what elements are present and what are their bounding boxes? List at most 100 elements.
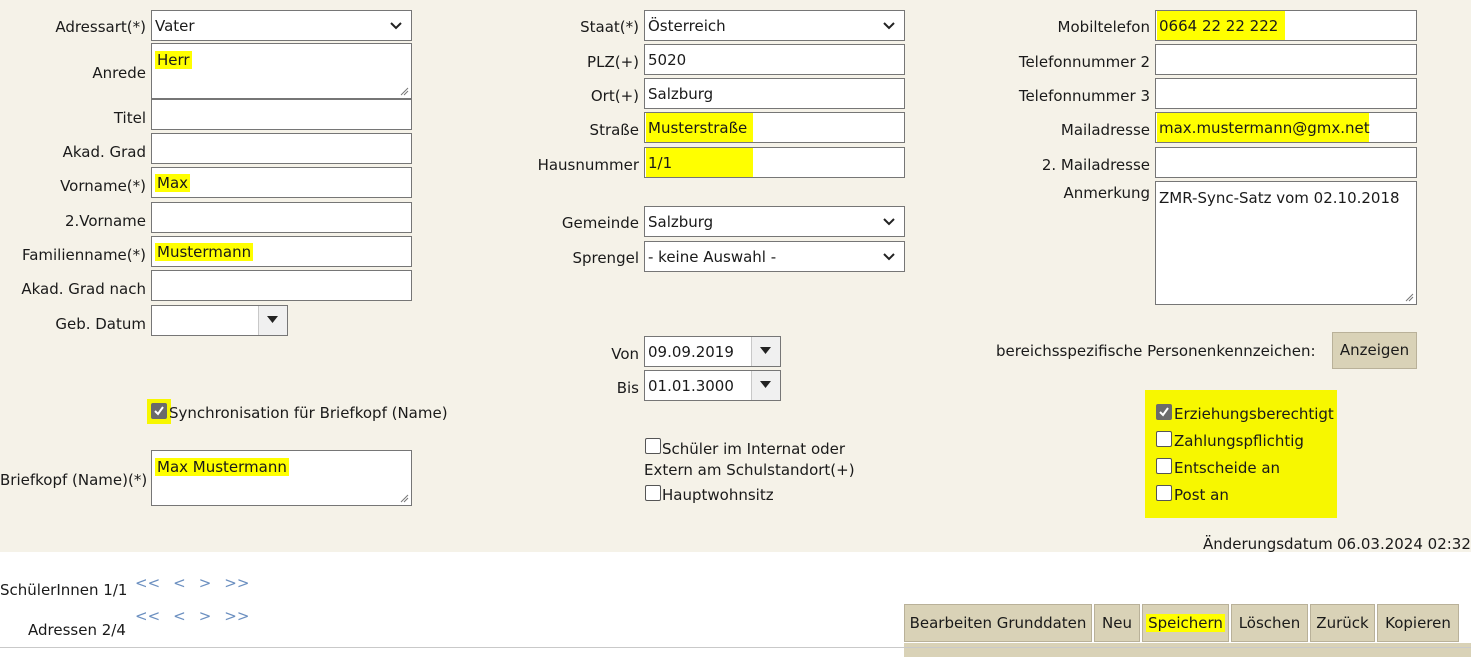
akad-grad-nach-label: Akad. Grad nach (21, 280, 146, 298)
vorname-input[interactable]: Max (151, 167, 412, 198)
sprengel-value: - keine Auswahl - (648, 248, 777, 266)
anmerkung-value: ZMR-Sync-Satz vom 02.10.2018 (1159, 189, 1400, 207)
triangle-down-icon (267, 316, 278, 323)
schueler-nav-arrows: << < > >> (135, 574, 262, 592)
next-record-button[interactable]: > (199, 574, 212, 592)
von-calendar-button[interactable] (751, 337, 780, 366)
loeschen-button[interactable]: Löschen (1231, 604, 1308, 642)
anrede-textarea[interactable]: Herr (151, 43, 412, 99)
geb-datum-picker[interactable] (151, 305, 288, 336)
bis-calendar-button[interactable] (751, 371, 780, 400)
telefon3-input[interactable] (1155, 78, 1417, 109)
bpk-label: bereichsspezifische Personenkennzeichen: (996, 342, 1316, 360)
zahlungspflichtig-checkbox[interactable] (1156, 431, 1172, 447)
strasse-label: Straße (589, 121, 639, 139)
first-record-button[interactable]: << (135, 574, 160, 592)
akad-grad-input[interactable] (151, 133, 412, 164)
mailadresse2-label: 2. Mailadresse (1041, 156, 1150, 174)
chevron-down-icon (883, 22, 895, 30)
hausnummer-label: Hausnummer (537, 156, 639, 174)
mobiltelefon-value: 0664 22 22 222 (1159, 17, 1279, 35)
sprengel-label: Sprengel (572, 249, 639, 267)
familienname-value: Mustermann (155, 243, 254, 261)
ort-label: Ort(+) (590, 87, 639, 105)
sync-checkbox[interactable] (151, 403, 167, 419)
internat-checkbox[interactable] (645, 438, 661, 454)
resize-grip-icon[interactable] (400, 87, 409, 96)
anrede-value: Herr (155, 51, 192, 69)
akad-grad-nach-input[interactable] (151, 270, 412, 301)
checkmark-icon (154, 406, 164, 416)
internat-checkbox-label-line2: Extern am Schulstandort(+) (644, 461, 855, 479)
gemeinde-select[interactable]: Salzburg (644, 206, 905, 237)
ort-value: Salzburg (648, 85, 714, 103)
briefkopf-value: Max Mustermann (155, 458, 289, 476)
mailadresse-input[interactable]: max.mustermann@gmx.net (1155, 112, 1417, 143)
hausnummer-input[interactable]: 1/1 (644, 147, 905, 178)
familienname-input[interactable]: Mustermann (151, 236, 412, 267)
next-address-button[interactable]: > (199, 607, 212, 625)
von-date-picker[interactable]: 09.09.2019 (644, 336, 781, 367)
triangle-down-icon (760, 381, 771, 388)
entscheide-an-label: Entscheide an (1174, 459, 1281, 477)
erziehungsberechtigt-checkbox[interactable] (1156, 404, 1172, 420)
first-address-button[interactable]: << (135, 607, 160, 625)
ort-input[interactable]: Salzburg (644, 78, 905, 109)
titel-input[interactable] (151, 99, 412, 130)
toolbar-shadow (904, 643, 1471, 657)
post-an-checkbox[interactable] (1156, 485, 1172, 501)
adressart-label: Adressart(*) (55, 18, 146, 36)
resize-grip-icon[interactable] (1405, 293, 1414, 302)
entscheide-an-checkbox[interactable] (1156, 458, 1172, 474)
telefon2-input[interactable] (1155, 44, 1417, 75)
vorname-value: Max (155, 174, 191, 192)
neu-button[interactable]: Neu (1094, 604, 1140, 642)
anmerkung-textarea[interactable]: ZMR-Sync-Satz vom 02.10.2018 (1155, 181, 1417, 305)
bearbeiten-grunddaten-button[interactable]: Bearbeiten Grunddaten (904, 604, 1092, 642)
kopieren-button[interactable]: Kopieren (1377, 604, 1459, 642)
plz-input[interactable]: 5020 (644, 44, 905, 75)
bis-label: Bis (616, 379, 639, 397)
internat-checkbox-label-line1: Schüler im Internat oder (662, 440, 846, 458)
chevron-down-icon (390, 22, 402, 30)
strasse-input[interactable]: Musterstraße (644, 112, 905, 143)
telefon2-label: Telefonnummer 2 (1018, 53, 1150, 71)
previous-address-button[interactable]: < (173, 607, 186, 625)
mailadresse-label: Mailadresse (1060, 121, 1150, 139)
hauptwohnsitz-checkbox[interactable] (645, 485, 661, 501)
resize-grip-icon[interactable] (400, 494, 409, 503)
vorname-label: Vorname(*) (60, 177, 146, 195)
strasse-value: Musterstraße (648, 119, 748, 137)
adressart-select[interactable]: Vater (151, 10, 412, 41)
schueler-nav-label: SchülerInnen 1/1 (0, 581, 128, 599)
plz-value: 5020 (648, 51, 687, 69)
aenderungsdatum-value: 06.03.2024 02:32 (1337, 535, 1471, 553)
chevron-down-icon (883, 218, 895, 226)
last-address-button[interactable]: >> (224, 607, 249, 625)
chevron-down-icon (883, 253, 895, 261)
checkmark-icon (1159, 407, 1169, 417)
geb-datum-calendar-button[interactable] (258, 306, 287, 335)
mobiltelefon-input[interactable]: 0664 22 22 222 (1155, 10, 1417, 41)
post-an-label: Post an (1174, 486, 1229, 504)
previous-record-button[interactable]: < (173, 574, 186, 592)
geb-datum-label: Geb. Datum (55, 315, 146, 333)
hausnummer-value: 1/1 (648, 154, 673, 172)
bis-date-picker[interactable]: 01.01.3000 (644, 370, 781, 401)
zurueck-button[interactable]: Zurück (1310, 604, 1375, 642)
anzeigen-button[interactable]: Anzeigen (1332, 332, 1417, 369)
adressen-nav-arrows: << < > >> (135, 607, 262, 625)
speichern-button[interactable]: Speichern (1142, 604, 1229, 642)
staat-value: Österreich (648, 17, 726, 35)
mailadresse2-input[interactable] (1155, 147, 1417, 178)
briefkopf-textarea[interactable]: Max Mustermann (151, 450, 412, 506)
sprengel-select[interactable]: - keine Auswahl - (644, 241, 905, 272)
vorname2-input[interactable] (151, 202, 412, 233)
triangle-down-icon (760, 347, 771, 354)
von-label: Von (611, 345, 639, 363)
aenderungsdatum-label: Änderungsdatum (1203, 535, 1333, 553)
adressen-nav-label: Adressen 2/4 (28, 621, 126, 639)
last-record-button[interactable]: >> (224, 574, 249, 592)
von-value: 09.09.2019 (648, 343, 734, 361)
staat-select[interactable]: Österreich (644, 10, 905, 41)
